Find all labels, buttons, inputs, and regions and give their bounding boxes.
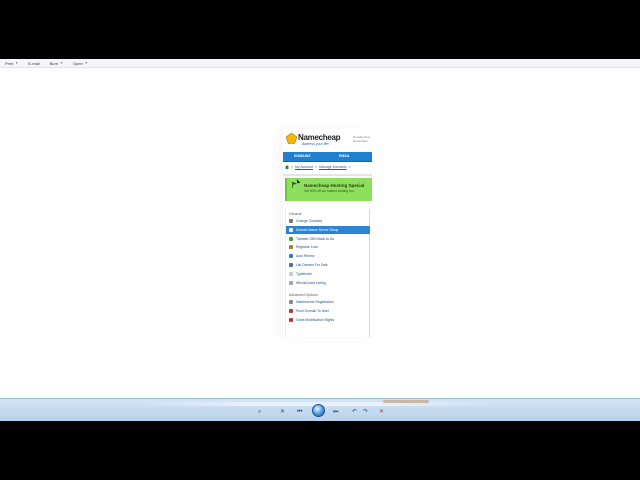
print-menu[interactable]: Print ▼ (5, 61, 18, 66)
general-heading: General (289, 212, 302, 216)
open-menu[interactable]: Open ▼ (73, 61, 88, 66)
menu-item[interactable]: Push Domain To User (286, 307, 370, 315)
nav-email[interactable]: EMAIL (339, 154, 350, 158)
menu-item-icon (289, 245, 293, 250)
close-icon[interactable]: ✕ (379, 408, 384, 416)
crumb-my-account[interactable]: My Account (295, 165, 313, 169)
promo-subtitle: Get 50% off our shared hosting to u (304, 189, 355, 193)
crumb-manage-domains[interactable]: Manage Domains (319, 165, 346, 169)
menu-item-icon (289, 227, 293, 232)
menu-item-label: List Domain For Sale (296, 263, 328, 267)
menu-item-label: WhoisGuard Listing (296, 280, 326, 285)
crumb-separator: > (290, 165, 294, 169)
prev-icon[interactable]: ⏮ (297, 408, 302, 416)
divider (283, 174, 372, 176)
nav-domains[interactable]: DOMAINS (294, 154, 311, 158)
promo-title: Namecheap Hosting Special (304, 183, 365, 188)
menu-item-label: Auto Renew (296, 254, 315, 259)
screenshot-image: Namecheap Address your life! Domain Sea … (283, 129, 372, 337)
breadcrumb: > My Account > Manage Domains > (285, 165, 352, 170)
chevron-down-icon: ▼ (60, 61, 63, 65)
menu-item-icon (289, 300, 293, 304)
rotate-left-icon[interactable]: ↶ (352, 408, 357, 416)
menu-item-label: Grant Modification Rights (296, 317, 335, 322)
mouse-cursor (296, 178, 301, 184)
delete-icon[interactable]: ✕ (280, 408, 285, 416)
menu-item[interactable]: Change Contacts (286, 217, 370, 225)
email-label: E-mail (28, 60, 40, 66)
menu-item[interactable]: Typefinder (286, 270, 370, 278)
chevron-down-icon: ▼ (84, 61, 88, 65)
viewer-toolbar: Print ▼ E-mail Burn ▼ Open ▼ (0, 59, 640, 68)
menu-item[interactable]: Registrar Lock (286, 243, 370, 251)
menu-item-icon (289, 308, 293, 313)
menu-item-label: Registrar Lock (296, 245, 318, 250)
play-icon[interactable] (312, 404, 325, 417)
menu-item-icon (289, 271, 293, 276)
domain-options-menu: General Change Contacts Domain Name Serve… (285, 209, 370, 337)
open-label: Open (73, 60, 83, 66)
menu-item-icon (289, 317, 293, 322)
seek-handle[interactable] (383, 400, 429, 403)
menu-item-label: Change Contacts (296, 219, 323, 223)
namecheap-header: Namecheap Address your life! Domain Sea … (285, 132, 372, 148)
menu-item[interactable]: Auto Renew (286, 252, 370, 260)
logo-name[interactable]: Namecheap (298, 133, 341, 142)
print-label: Print (5, 60, 14, 66)
menu-item[interactable]: Grant Modification Rights (286, 316, 370, 324)
menu-item-label: Transfer DNS Back to Us (296, 236, 334, 241)
menu-item[interactable]: Nameserver Registration (286, 298, 370, 306)
menu-item-label: Typefinder (296, 271, 312, 276)
viewer-window: Print ▼ E-mail Burn ▼ Open ▼ Namecheap A… (0, 59, 640, 421)
menu-item-label: Nameserver Registration (296, 300, 334, 304)
menu-item-label: Domain Name Server Setup (296, 227, 339, 232)
namecheap-logo-icon (286, 133, 297, 144)
menu-item-icon (289, 236, 293, 241)
menu-item-icon (289, 280, 293, 285)
menu-item-icon (289, 219, 293, 223)
player-controls-bar: ⌕ ✕ ⏮ ⏭ ↶ ↷ ✕ (0, 398, 640, 421)
menu-item[interactable]: WhoisGuard Listing (286, 279, 370, 287)
side-line2: Generation (353, 139, 368, 143)
burn-label: Burn (49, 60, 59, 66)
email-menu[interactable]: E-mail (28, 61, 39, 66)
logo-tagline: Address your life! (302, 142, 330, 146)
flag-icon (292, 182, 297, 188)
home-icon[interactable] (285, 165, 289, 170)
menu-item[interactable]: Domain Name Server Setup (286, 225, 370, 234)
menu-item-icon (289, 254, 293, 259)
crumb-separator: > (315, 165, 318, 169)
next-icon[interactable]: ⏭ (333, 408, 338, 416)
menu-item[interactable]: Transfer DNS Back to Us (286, 235, 370, 243)
menu-item[interactable]: List Domain For Sale (286, 261, 370, 269)
menu-item-label: Push Domain To User (296, 308, 329, 313)
advanced-heading: Advanced Options (289, 293, 318, 297)
search-icon[interactable]: ⌕ (258, 408, 261, 416)
menu-item-icon (289, 263, 293, 267)
chevron-down-icon: ▼ (15, 61, 19, 65)
domain-search-heading: Domain Sea Generation (353, 135, 370, 143)
rotate-right-icon[interactable]: ↷ (363, 408, 368, 416)
burn-menu[interactable]: Burn ▼ (50, 61, 63, 66)
crumb-separator: > (348, 165, 351, 169)
main-nav: DOMAINS EMAIL (283, 152, 372, 162)
